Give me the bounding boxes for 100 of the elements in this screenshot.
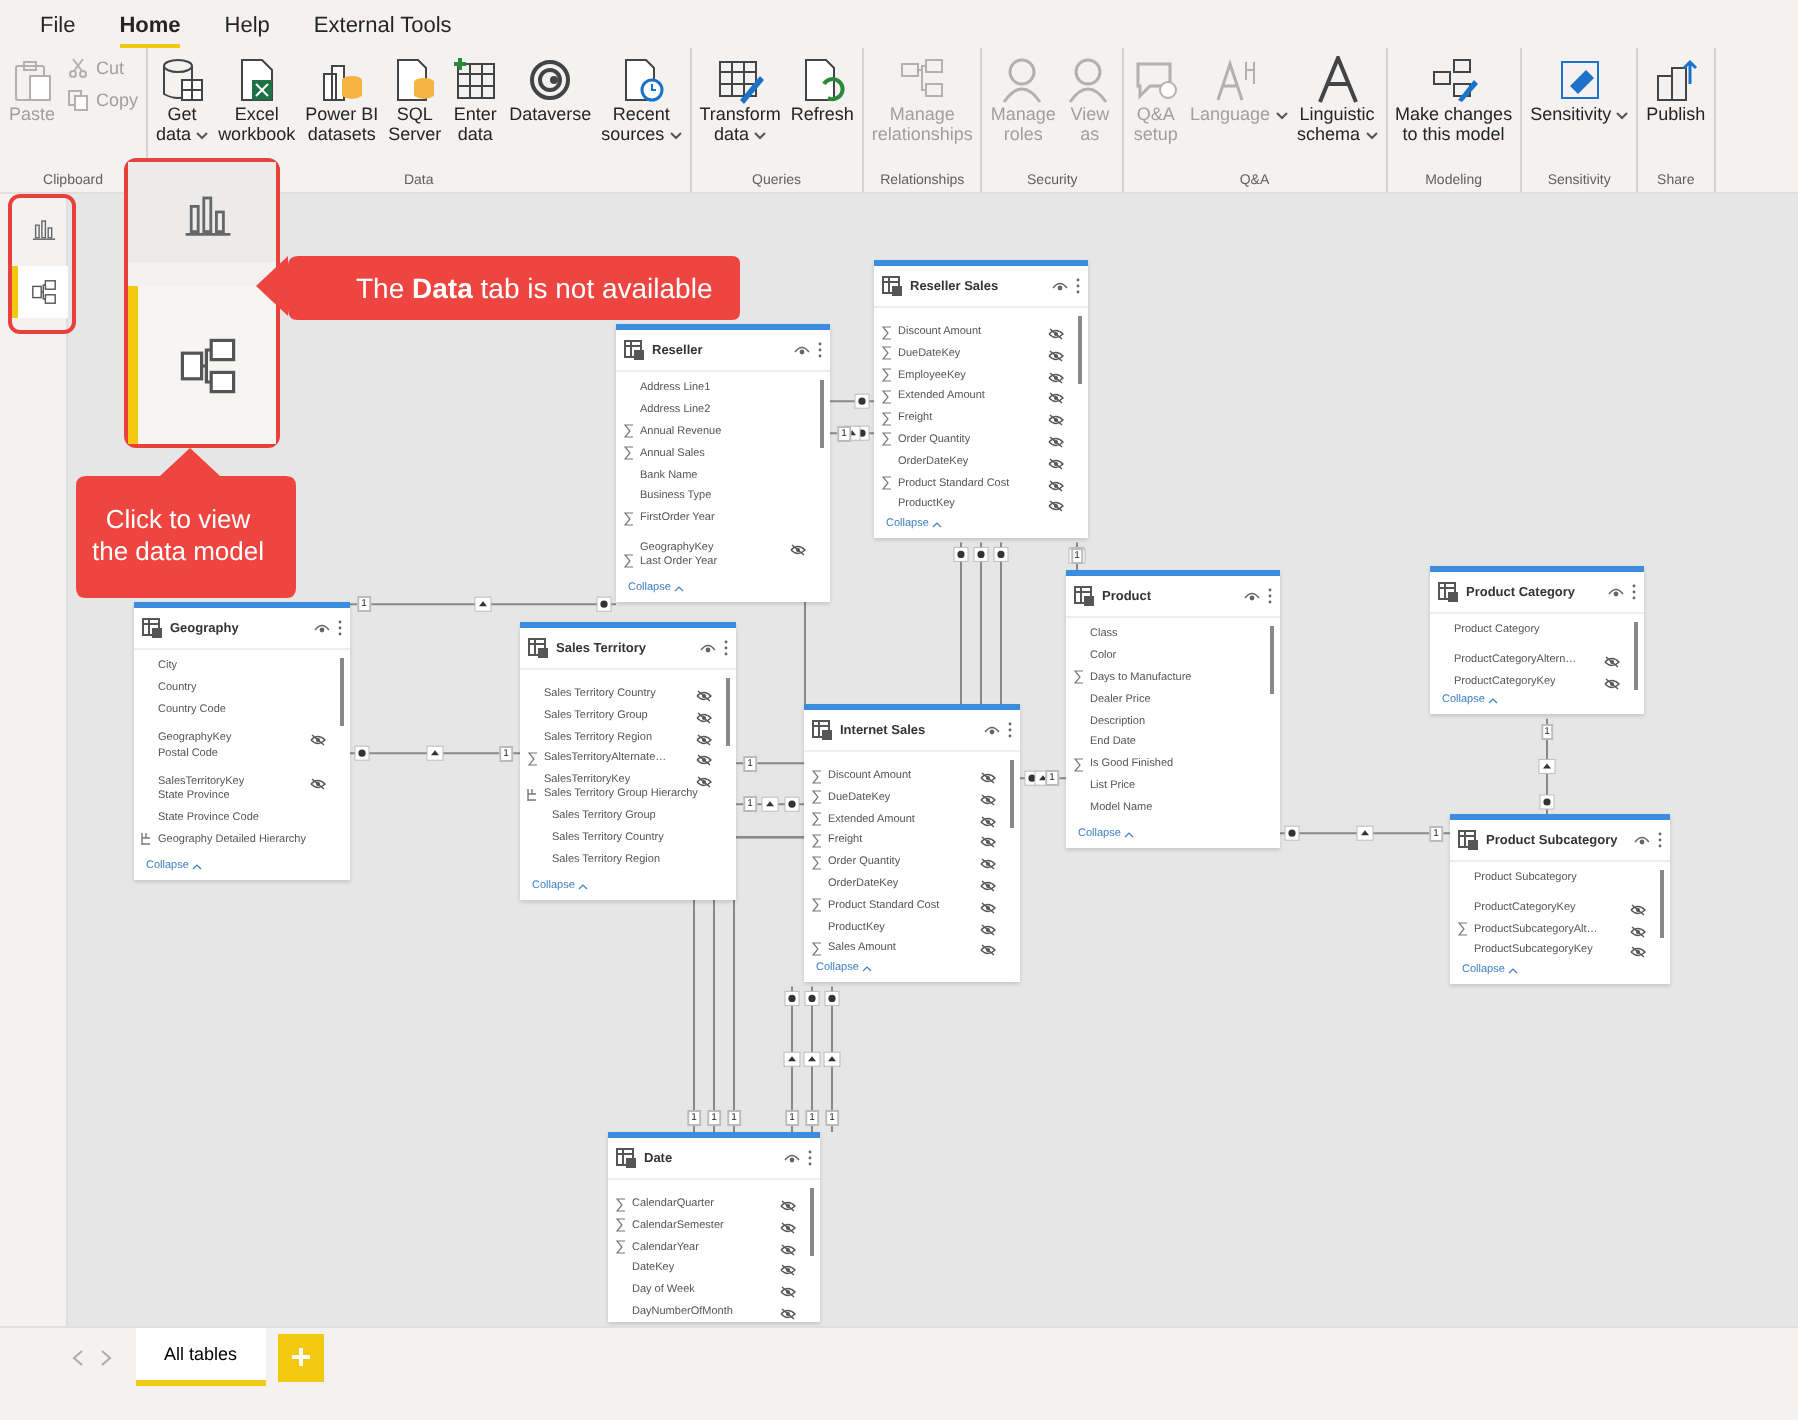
hidden-icon	[696, 711, 712, 724]
table-icon	[882, 276, 902, 296]
scroll-thumb[interactable]	[810, 1188, 814, 1256]
eye-icon[interactable]	[794, 344, 810, 356]
ribbon-button[interactable]: Refresh	[786, 52, 858, 128]
many-marker-icon	[973, 546, 989, 562]
many-marker-icon	[854, 393, 870, 409]
scroll-thumb[interactable]	[1078, 316, 1082, 384]
hidden-icon	[310, 777, 326, 790]
hidden-icon	[696, 754, 712, 767]
scroll-thumb[interactable]	[820, 380, 824, 448]
ribbon-button[interactable]: Power BI datasets	[301, 52, 383, 148]
scroll-thumb[interactable]	[726, 678, 730, 746]
ribbon-button[interactable]: Get data	[152, 52, 213, 148]
model-icon	[29, 278, 57, 306]
table-icon	[528, 638, 548, 658]
many-marker-icon	[804, 990, 820, 1006]
many-marker-icon	[993, 546, 1009, 562]
chevron-up-icon	[192, 863, 203, 870]
eye-icon[interactable]	[1634, 834, 1650, 846]
table-icon	[1458, 830, 1478, 850]
tag-icon	[1555, 56, 1604, 104]
database-icon	[158, 56, 207, 104]
hidden-icon	[980, 815, 996, 828]
many-marker-icon	[1284, 825, 1300, 841]
hidden-icon	[980, 879, 996, 892]
menu-tab[interactable]: External Tools	[313, 0, 452, 48]
ribbon-button[interactable]: Recent sources	[597, 52, 686, 148]
ribbon-button[interactable]: Transform data	[695, 52, 785, 148]
upload-icon	[1651, 56, 1700, 104]
eye-icon[interactable]	[784, 1152, 800, 1164]
hidden-icon	[1630, 903, 1646, 916]
scroll-thumb[interactable]	[340, 658, 344, 726]
hidden-icon	[780, 1221, 796, 1234]
table-icon	[616, 1148, 636, 1168]
ribbon-button[interactable]: Enter data	[447, 52, 504, 148]
hidden-icon	[780, 1243, 796, 1256]
chevron-up-icon	[932, 521, 943, 528]
hidden-icon	[1048, 479, 1064, 492]
hidden-icon	[980, 793, 996, 806]
swirl-icon	[526, 56, 575, 104]
ribbon-button[interactable]: Sensitivity	[1526, 52, 1633, 128]
hidden-icon	[696, 776, 712, 789]
table-icon	[812, 720, 832, 740]
page-tab[interactable]: All tables	[136, 1328, 266, 1386]
table-icon	[624, 340, 644, 360]
model-view-button[interactable]	[128, 286, 276, 444]
filter-direction-icon	[426, 745, 444, 761]
table-icon	[1074, 586, 1094, 606]
chevron-up-icon	[862, 965, 873, 972]
ribbon-button[interactable]: Publish	[1642, 52, 1710, 128]
hidden-icon	[1048, 457, 1064, 470]
scroll-thumb[interactable]	[1660, 870, 1664, 938]
ribbon-button[interactable]: Excel workbook	[214, 52, 300, 148]
chevron-up-icon	[1488, 697, 1499, 704]
diagram-edit-icon	[1429, 56, 1478, 104]
many-marker-icon	[784, 990, 800, 1006]
scroll-thumb[interactable]	[1270, 626, 1274, 694]
chevron-up-icon	[674, 585, 685, 592]
hidden-icon	[780, 1286, 796, 1299]
filter-direction-icon	[474, 596, 492, 612]
chevron-up-icon	[578, 883, 589, 890]
hidden-icon	[1048, 371, 1064, 384]
ribbon-button[interactable]: Make changes to this model	[1391, 52, 1517, 148]
hidden-icon	[780, 1307, 796, 1320]
ribbon-button[interactable]: Linguistic schema	[1293, 52, 1382, 148]
menu-tab[interactable]: File	[40, 0, 76, 48]
hidden-icon	[1604, 677, 1620, 690]
hidden-icon	[1048, 392, 1064, 405]
scroll-thumb[interactable]	[1010, 760, 1014, 828]
model-view-button[interactable]	[12, 266, 68, 318]
hidden-icon	[790, 543, 806, 556]
menu-tab[interactable]: Help	[224, 0, 270, 48]
letter-icon	[1313, 56, 1362, 104]
table-icon	[451, 56, 500, 104]
eye-icon[interactable]	[314, 622, 330, 634]
filter-direction-icon	[1538, 758, 1556, 774]
hidden-icon	[1048, 349, 1064, 362]
hidden-icon	[980, 858, 996, 871]
many-marker-icon	[596, 596, 612, 612]
table-card[interactable]	[520, 622, 736, 901]
ribbon-button[interactable]: SQL Server	[384, 52, 446, 148]
hidden-icon	[780, 1264, 796, 1277]
eye-icon[interactable]	[1608, 586, 1624, 598]
many-marker-icon	[1539, 794, 1555, 810]
scroll-thumb[interactable]	[1634, 622, 1638, 690]
eye-icon[interactable]	[1052, 280, 1068, 292]
plus-icon	[291, 1348, 310, 1366]
filter-direction-icon	[761, 796, 779, 812]
hidden-icon	[980, 944, 996, 957]
eye-icon[interactable]	[984, 724, 1000, 736]
hidden-icon	[310, 734, 326, 747]
eye-icon[interactable]	[700, 642, 716, 654]
hidden-icon	[1630, 946, 1646, 959]
hidden-icon	[1048, 500, 1064, 513]
callout-text: Click to view the data model	[89, 504, 266, 568]
hidden-icon	[1630, 925, 1646, 938]
ribbon-button[interactable]: Dataverse	[505, 52, 596, 128]
eye-icon[interactable]	[1244, 590, 1260, 602]
report-view-button[interactable]	[128, 162, 276, 262]
